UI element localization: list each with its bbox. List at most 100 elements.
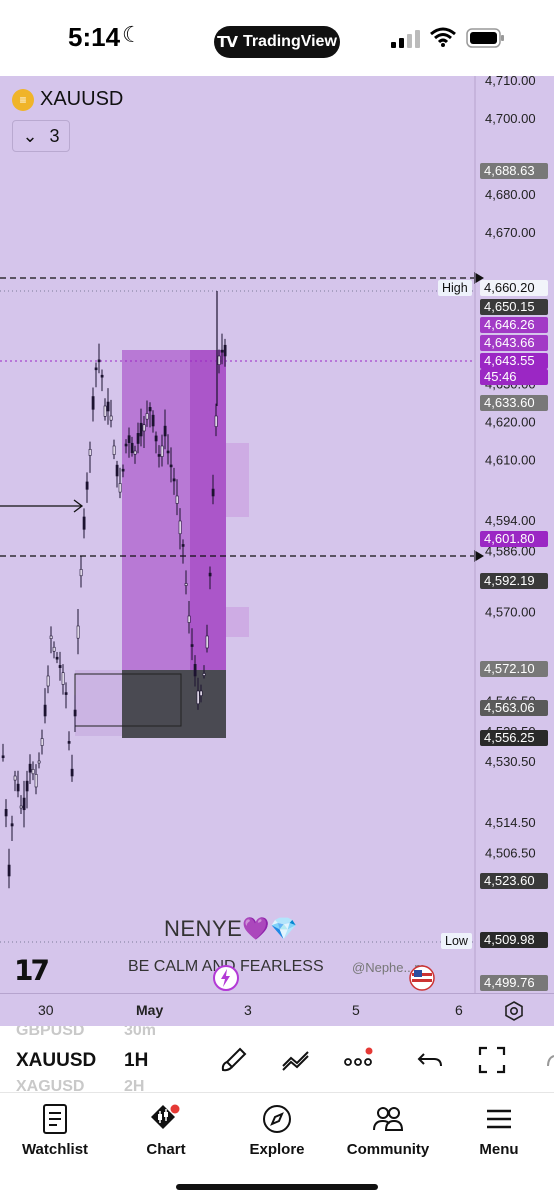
candle-body xyxy=(46,675,50,687)
candle-body xyxy=(73,709,77,717)
candle-body xyxy=(118,483,122,493)
price-tick-label: 4,680.00 xyxy=(485,187,536,202)
date-axis[interactable]: 30 May 3 5 6 xyxy=(0,993,554,1026)
price-tick-label: 4,620.00 xyxy=(485,415,536,430)
price-label: 4,660.20 xyxy=(480,280,548,296)
more-icon[interactable] xyxy=(342,1044,374,1076)
candle-body xyxy=(25,780,29,792)
home-indicator xyxy=(176,1184,378,1190)
trend-tools-icon[interactable] xyxy=(280,1044,312,1076)
candle-body xyxy=(112,445,116,455)
tab-label: Chart xyxy=(146,1141,186,1158)
candle-body xyxy=(103,405,107,417)
candle-body xyxy=(31,769,35,775)
symbol-selector[interactable]: XAUUSD xyxy=(16,1050,96,1072)
symbol-header[interactable]: ≡ XAUUSD xyxy=(12,88,123,111)
candle-body xyxy=(175,495,179,504)
price-label: 4,650.15 xyxy=(480,299,548,315)
candle-body xyxy=(43,704,47,717)
brush-icon[interactable] xyxy=(218,1044,250,1076)
candle-body xyxy=(130,442,134,453)
candle-body xyxy=(154,435,158,442)
tab-label: Watchlist xyxy=(21,1141,89,1158)
status-time: 5:14 xyxy=(68,22,121,52)
candle-body xyxy=(193,664,197,677)
app-pill-label: TradingView xyxy=(242,33,337,50)
candle-body xyxy=(166,450,170,454)
high-tag: High xyxy=(438,280,472,296)
candle-body xyxy=(40,738,44,746)
price-tick-label: 4,514.50 xyxy=(485,815,536,830)
tab-menu[interactable]: Menu xyxy=(444,1103,554,1158)
candle-body xyxy=(214,415,218,427)
candle-body xyxy=(121,468,125,472)
candle-body xyxy=(136,433,140,444)
watchlist-icon xyxy=(43,1104,67,1134)
tab-label: Community xyxy=(346,1141,430,1158)
tab-community[interactable]: Community xyxy=(333,1103,443,1158)
us-flag-icon[interactable] xyxy=(408,964,436,992)
fullscreen-icon[interactable] xyxy=(476,1044,508,1076)
price-label: 4,643.55 xyxy=(480,353,548,369)
price-tick-label: 4,530.50 xyxy=(485,754,536,769)
price-tick-label: 4,570.00 xyxy=(485,604,536,619)
candle-body xyxy=(76,625,80,639)
symbol-toolbar: GBPUSD 30m XAUUSD 1H XAGUSD 2H xyxy=(0,1026,554,1092)
candle-body xyxy=(16,783,20,792)
indicator-count: 3 xyxy=(49,125,60,146)
tab-chart[interactable]: Chart xyxy=(111,1103,221,1158)
candle-body xyxy=(64,692,68,695)
ghost-symbol-above: GBPUSD xyxy=(16,1026,85,1039)
chart-canvas[interactable]: 4,710.004,700.004,680.004,670.004,630.00… xyxy=(0,76,554,993)
candle-body xyxy=(142,424,146,432)
candle-body xyxy=(163,425,167,437)
price-tick-label: 4,610.00 xyxy=(485,453,536,468)
price-label: 4,633.60 xyxy=(480,395,548,411)
price-tick-label: 4,700.00 xyxy=(485,111,536,126)
candle-body xyxy=(10,823,14,827)
price-label: 4,592.19 xyxy=(480,573,548,589)
ghost-symbol-below: XAGUSD xyxy=(16,1078,85,1092)
fvg-zone-upper xyxy=(226,443,249,517)
interval-selector[interactable]: 1H xyxy=(124,1050,148,1072)
ghost-interval-above: 30m xyxy=(124,1026,157,1039)
app-pill[interactable]: 𝗧𝗩 TradingView xyxy=(214,26,340,58)
date-label: 3 xyxy=(244,1002,252,1018)
price-label: 4,688.63 xyxy=(480,163,548,179)
date-label: 30 xyxy=(38,1002,54,1018)
candle-body xyxy=(22,797,26,811)
indicators-collapse-button[interactable]: ⌄ 3 xyxy=(12,120,70,152)
menu-icon xyxy=(487,1109,511,1129)
app-screen: 5:14 ☾ 𝗧𝗩 TradingView 4,710.00 4,700.00 … xyxy=(0,0,554,1200)
candle-body xyxy=(34,774,38,788)
candle-body xyxy=(199,690,203,696)
price-label: 4,509.98 xyxy=(480,932,548,948)
tab-explore[interactable]: Explore xyxy=(222,1103,332,1158)
candle-body xyxy=(82,516,86,530)
redo-icon[interactable] xyxy=(540,1044,554,1076)
ghost-interval-below: 2H xyxy=(124,1078,145,1092)
candle-body xyxy=(148,407,152,412)
price-chart[interactable]: 4,710.004,700.004,680.004,670.004,630.00… xyxy=(0,76,554,993)
candle-body xyxy=(7,864,11,877)
wifi-icon xyxy=(430,27,456,47)
lightning-icon[interactable] xyxy=(212,964,240,992)
undo-icon[interactable] xyxy=(414,1044,446,1076)
candle-body xyxy=(19,805,23,809)
purple-zone-inner xyxy=(190,350,226,670)
gold-icon: ≡ xyxy=(12,88,34,111)
tab-watchlist[interactable]: Watchlist xyxy=(0,1103,110,1158)
candle-body xyxy=(115,464,119,477)
candle-body xyxy=(58,665,62,668)
compass-icon xyxy=(263,1105,291,1133)
settings-icon[interactable] xyxy=(503,1000,525,1022)
candle-body xyxy=(208,572,212,577)
price-label: 4,572.10 xyxy=(480,661,548,677)
candle-body xyxy=(187,615,191,623)
price-label: 4,563.06 xyxy=(480,700,548,716)
candle-body xyxy=(61,672,65,685)
price-tick-label: 4,506.50 xyxy=(485,845,536,860)
candle-body xyxy=(205,635,209,649)
candle-body xyxy=(190,644,194,647)
candle-body xyxy=(37,760,41,764)
